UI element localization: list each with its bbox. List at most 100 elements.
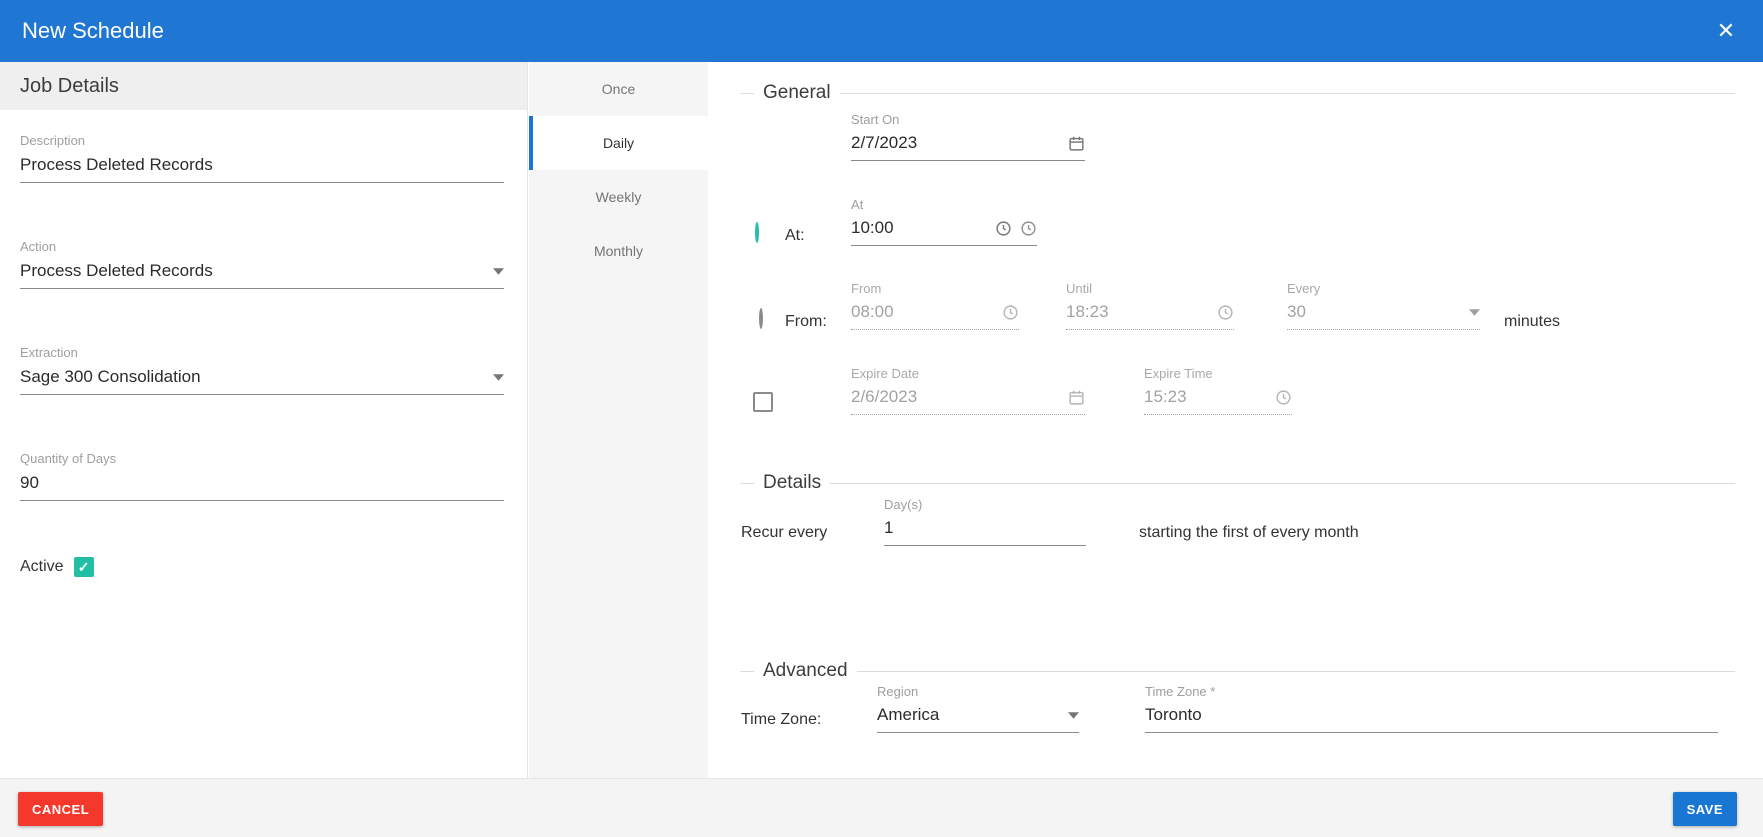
extraction-label: Extraction [20,345,504,360]
days-field: Day(s) 1 [884,497,1086,546]
expire-checkbox[interactable] [753,392,773,412]
days-value: 1 [884,518,1086,538]
at-radio-label[interactable]: At: [785,227,805,245]
minutes-label: minutes [1504,313,1560,331]
dialog-titlebar: New Schedule ✕ [0,0,1763,62]
description-value: Process Deleted Records [20,155,504,175]
at-radio[interactable] [755,222,759,243]
details-legend-text: Details [763,472,821,494]
clock-icon[interactable] [1020,220,1037,237]
expire-time-field: Expire Time 15:23 [1144,366,1292,415]
chevron-down-icon [493,374,504,381]
timezone-input[interactable]: Toronto [1145,705,1718,733]
timezone-value: Toronto [1145,705,1718,725]
start-on-label: Start On [851,112,1085,127]
quantity-of-days-field: Quantity of Days 90 [20,451,504,501]
tab-weekly[interactable]: Weekly [529,170,708,224]
tab-once[interactable]: Once [529,62,708,116]
until-time-value: 18:23 [1066,302,1209,322]
general-legend-text: General [763,82,831,104]
clock-icon [1002,304,1019,321]
at-time-label: At [851,197,1037,212]
region-field: Region America [877,684,1079,733]
action-field: Action Process Deleted Records [20,239,504,289]
schedule-settings-panel: General Start On 2/7/2023 At: At 10:00 [708,62,1763,778]
region-value: America [877,705,1060,725]
quantity-of-days-value: 90 [20,473,504,493]
cancel-button[interactable]: CANCEL [18,792,103,826]
at-time-value: 10:00 [851,218,987,238]
timezone-row-label: Time Zone: [741,711,821,729]
active-checkbox[interactable]: ✓ [74,557,94,577]
general-section-legend: General [740,82,1735,104]
details-section-legend: Details [740,472,1735,494]
start-on-value: 2/7/2023 [851,133,1060,153]
extraction-value: Sage 300 Consolidation [20,367,485,387]
calendar-icon[interactable] [1068,135,1085,152]
start-on-field: Start On 2/7/2023 [851,112,1085,161]
expire-date-field: Expire Date 2/6/2023 [851,366,1085,415]
from-time-input[interactable]: 08:00 [851,302,1019,330]
action-value: Process Deleted Records [20,261,485,281]
at-time-field: At 10:00 [851,197,1037,246]
expire-date-label: Expire Date [851,366,1085,381]
chevron-down-icon [1469,309,1480,316]
until-time-input[interactable]: 18:23 [1066,302,1234,330]
advanced-section-legend: Advanced [740,660,1735,682]
timezone-field: Time Zone * Toronto [1145,684,1718,733]
tab-monthly[interactable]: Monthly [529,224,708,278]
days-input[interactable]: 1 [884,518,1086,546]
region-label: Region [877,684,1079,699]
new-schedule-dialog: New Schedule ✕ Job Details Description P… [0,0,1763,837]
clock-icon [1217,304,1234,321]
from-radio-label[interactable]: From: [785,313,827,331]
at-time-input[interactable]: 10:00 [851,218,1037,246]
from-time-field: From 08:00 [851,281,1019,330]
description-input[interactable]: Process Deleted Records [20,155,504,183]
every-select[interactable]: 30 [1287,302,1480,330]
action-label: Action [20,239,504,254]
from-radio[interactable] [759,308,763,329]
chevron-down-icon [1068,712,1079,719]
expire-time-value: 15:23 [1144,387,1267,407]
description-label: Description [20,133,504,148]
close-icon[interactable]: ✕ [1711,16,1741,46]
calendar-icon [1068,389,1085,406]
expire-time-input[interactable]: 15:23 [1144,387,1292,415]
recur-every-label: Recur every [741,524,827,542]
active-label: Active [20,558,64,576]
from-time-label: From [851,281,1019,296]
check-icon: ✓ [78,559,90,576]
every-field: Every 30 [1287,281,1480,330]
action-select[interactable]: Process Deleted Records [20,261,504,289]
clock-icon [1275,389,1292,406]
active-row: Active ✓ [20,557,505,577]
schedule-type-tabs: Once Daily Weekly Monthly [529,62,708,778]
clock-icon[interactable] [995,220,1012,237]
days-label: Day(s) [884,497,1086,512]
tab-daily[interactable]: Daily [529,116,708,170]
recur-suffix-label: starting the first of every month [1139,524,1359,542]
job-details-header: Job Details [0,62,527,110]
job-details-panel: Job Details Description Process Deleted … [0,62,528,778]
extraction-field: Extraction Sage 300 Consolidation [20,345,504,395]
every-value: 30 [1287,302,1461,322]
from-time-value: 08:00 [851,302,994,322]
every-label: Every [1287,281,1480,296]
start-on-input[interactable]: 2/7/2023 [851,133,1085,161]
save-button[interactable]: SAVE [1673,792,1737,826]
extraction-select[interactable]: Sage 300 Consolidation [20,367,504,395]
quantity-of-days-label: Quantity of Days [20,451,504,466]
expire-time-label: Expire Time [1144,366,1292,381]
dialog-footer: CANCEL SAVE [0,778,1763,837]
until-time-field: Until 18:23 [1066,281,1234,330]
job-details-fields: Description Process Deleted Records Acti… [0,110,527,577]
until-time-label: Until [1066,281,1234,296]
chevron-down-icon [493,268,504,275]
expire-date-value: 2/6/2023 [851,387,1060,407]
dialog-title: New Schedule [22,18,164,44]
expire-date-input[interactable]: 2/6/2023 [851,387,1085,415]
region-select[interactable]: America [877,705,1079,733]
advanced-legend-text: Advanced [763,660,848,682]
quantity-of-days-input[interactable]: 90 [20,473,504,501]
